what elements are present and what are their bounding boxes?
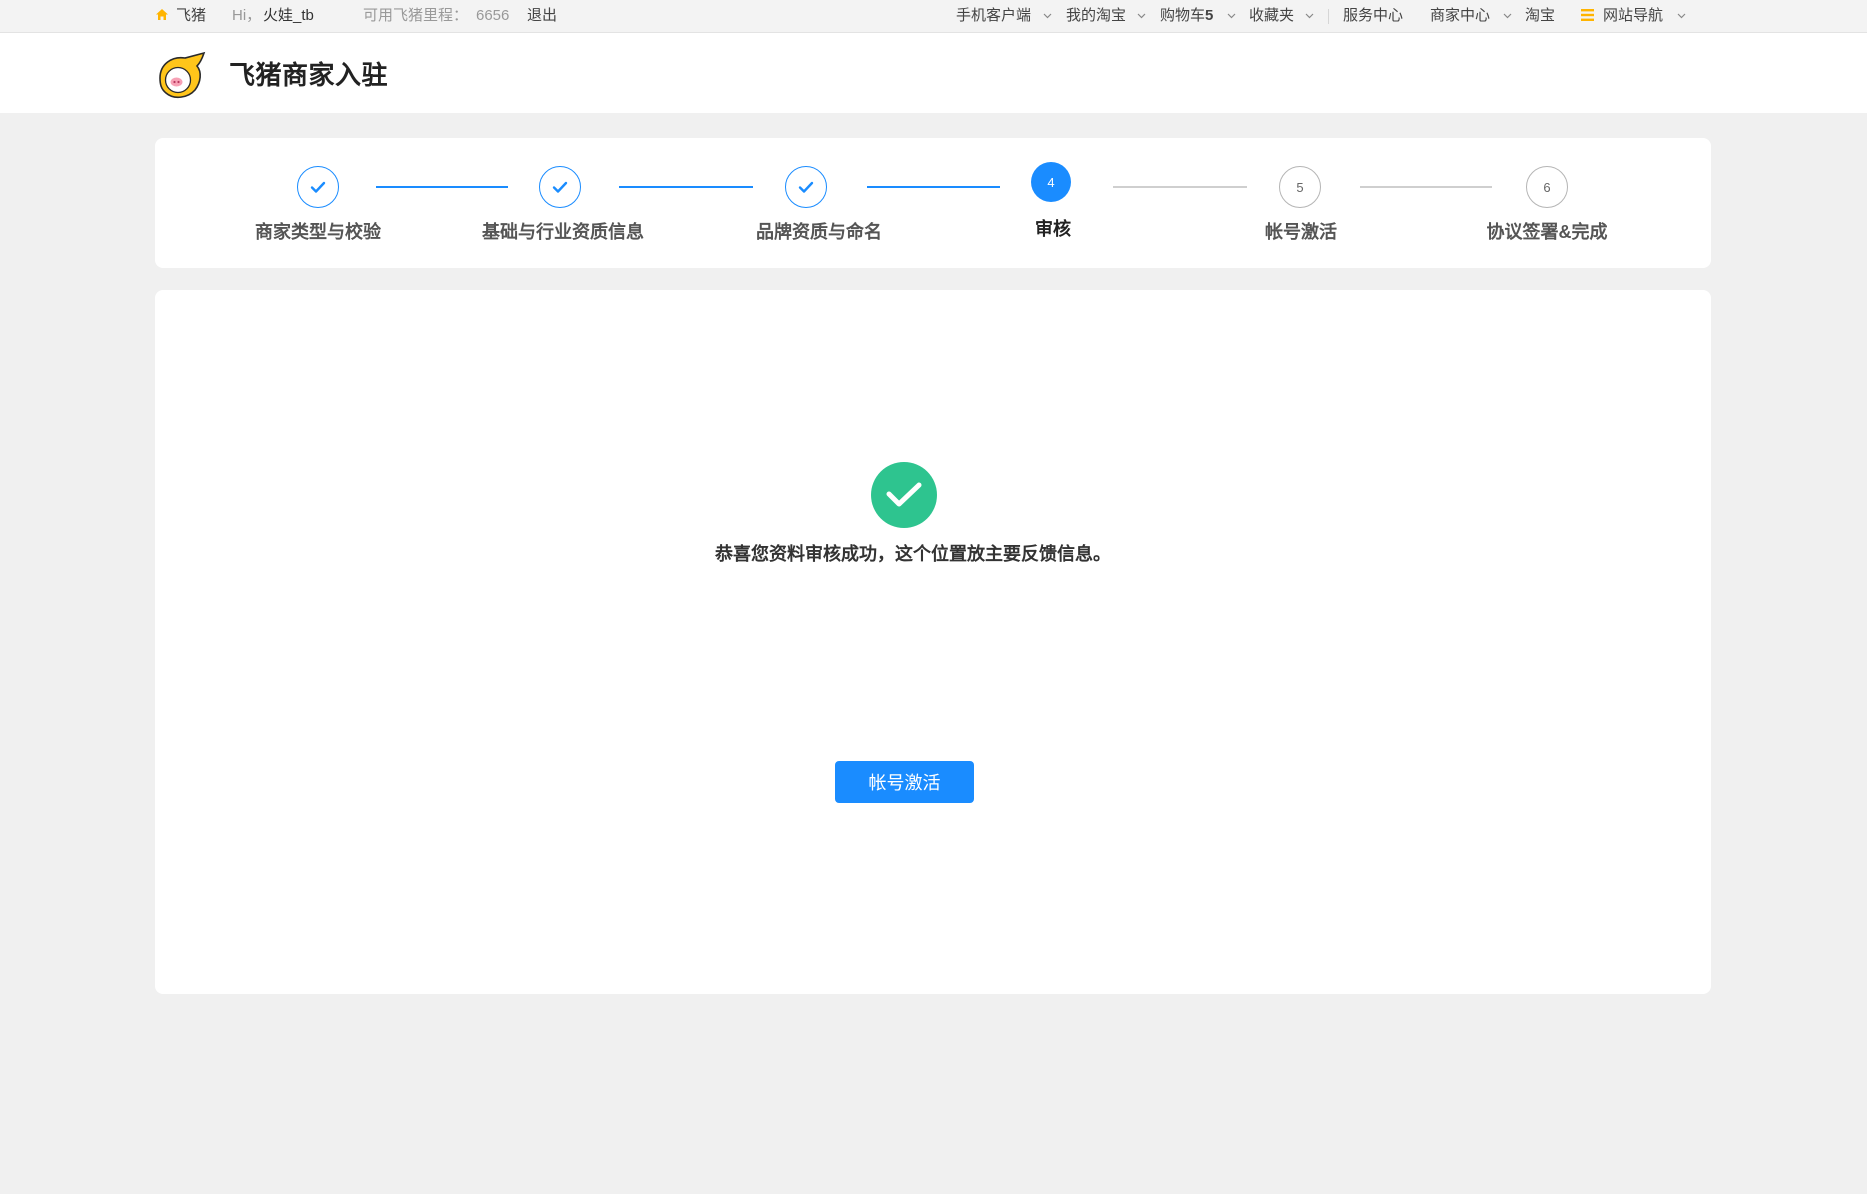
nav-service-center[interactable]: 服务中心 <box>1343 0 1403 32</box>
result-panel: 恭喜您资料审核成功，这个位置放主要反馈信息。 帐号激活 <box>155 290 1711 994</box>
success-check-icon <box>871 462 937 528</box>
chevron-down-icon[interactable] <box>1677 13 1686 19</box>
nav-taobao[interactable]: 淘宝 <box>1525 0 1555 32</box>
step-connector <box>1360 186 1492 188</box>
nav-divider <box>1328 9 1329 24</box>
step-6-indicator: 6 <box>1526 166 1568 208</box>
top-bar: 飞猪 Hi， 火娃_tb 可用飞猪里程： 6656 退出 手机客户端 我的淘宝 … <box>0 0 1867 33</box>
chevron-down-icon[interactable] <box>1043 13 1052 19</box>
nav-favorites[interactable]: 收藏夹 <box>1249 0 1294 32</box>
mileage-value: 6656 <box>476 7 510 24</box>
cart-count: 5 <box>1205 7 1214 24</box>
step-connector <box>619 186 753 188</box>
nav-my-taobao[interactable]: 我的淘宝 <box>1066 0 1126 32</box>
nav-site-navigation[interactable]: 网站导航 <box>1603 0 1663 32</box>
step-connector <box>376 186 508 188</box>
cart-label: 购物车 <box>1160 7 1206 24</box>
step-4-indicator: 4 <box>1031 162 1071 202</box>
step-connector <box>867 186 1000 188</box>
progress-steps: 商家类型与校验 基础与行业资质信息 品牌资质与命名 4 审核 5 帐号激活 6 … <box>155 138 1711 268</box>
step-6-label: 协议签署&完成 <box>1486 222 1608 242</box>
chevron-down-icon[interactable] <box>1503 13 1512 19</box>
header: 飞猪商家入驻 <box>0 33 1867 113</box>
step-3-indicator <box>785 166 827 208</box>
step-2-indicator <box>539 166 581 208</box>
nav-mobile-client[interactable]: 手机客户端 <box>956 0 1031 32</box>
username[interactable]: 火娃_tb <box>263 0 314 32</box>
result-message: 恭喜您资料审核成功，这个位置放主要反馈信息。 <box>715 544 1111 564</box>
step-1-label: 商家类型与校验 <box>255 222 381 242</box>
home-link[interactable]: 飞猪 <box>176 0 206 32</box>
step-3-label: 品牌资质与命名 <box>756 222 882 242</box>
chevron-down-icon[interactable] <box>1227 13 1236 19</box>
nav-merchant-center[interactable]: 商家中心 <box>1430 0 1490 32</box>
step-5-indicator: 5 <box>1279 166 1321 208</box>
nav-cart[interactable]: 购物车5 <box>1160 0 1213 32</box>
menu-icon[interactable] <box>1581 1 1594 33</box>
home-icon[interactable] <box>155 1 169 33</box>
greeting: Hi， <box>232 7 262 24</box>
step-4-label: 审核 <box>1035 219 1071 239</box>
check-icon <box>552 181 568 193</box>
step-2-label: 基础与行业资质信息 <box>482 222 644 242</box>
check-icon <box>310 181 326 193</box>
check-icon <box>798 181 814 193</box>
logout-link[interactable]: 退出 <box>527 0 557 32</box>
chevron-down-icon[interactable] <box>1305 13 1314 19</box>
fliggy-logo-icon[interactable] <box>155 51 209 101</box>
page-title: 飞猪商家入驻 <box>229 60 389 90</box>
chevron-down-icon[interactable] <box>1137 13 1146 19</box>
mileage-label: 可用飞猪里程： <box>363 7 469 24</box>
step-5-label: 帐号激活 <box>1265 222 1337 242</box>
activate-account-button[interactable]: 帐号激活 <box>835 761 974 803</box>
step-connector <box>1113 186 1247 188</box>
step-1-indicator <box>297 166 339 208</box>
